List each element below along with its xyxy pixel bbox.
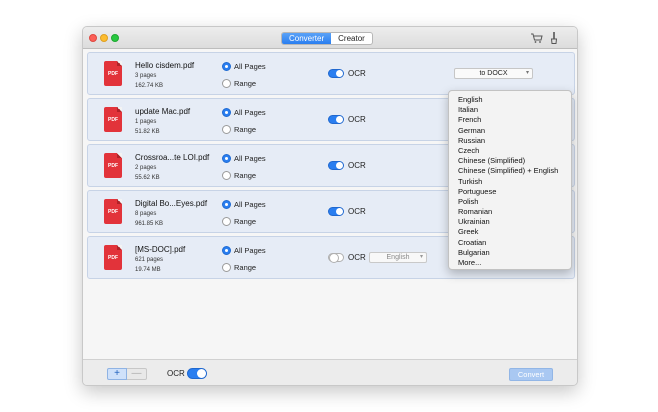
output-format-select[interactable]: to DOCX ▾ [454,68,533,79]
file-name: Crossroa...te LOI.pdf [135,153,210,162]
file-name: Digital Bo...Eyes.pdf [135,199,208,208]
all-pages-label: All Pages [234,154,266,163]
bottom-bar: + — OCR Convert [83,359,577,385]
pdf-file-icon: PDF [104,107,122,132]
all-pages-radio[interactable] [222,62,231,71]
chevron-down-icon: ▾ [525,70,529,76]
range-label: Range [234,217,257,226]
language-option[interactable]: Czech [449,146,571,156]
range-label: Range [234,125,257,134]
language-option[interactable]: Croatian [449,238,571,248]
file-size: 19.74 MB [135,267,161,273]
title-bar: Converter Creator [83,27,577,49]
cart-icon[interactable] [531,33,543,43]
all-pages-label: All Pages [234,246,266,255]
language-option[interactable]: Ukrainian [449,217,571,227]
file-size: 162.74 KB [135,83,164,89]
language-dropdown-menu: English Italian French German Russian Czech Ch… [448,90,572,270]
mode-segmented-control: Converter Creator [281,32,373,45]
range-radio[interactable] [222,263,231,272]
all-pages-label: All Pages [234,200,266,209]
language-option[interactable]: Portuguese [449,187,571,197]
global-ocr-toggle[interactable] [187,368,207,379]
ocr-toggle[interactable] [328,115,344,124]
app-window: Converter Creator PDF Hello cisdem.pdf 3… [82,26,578,386]
file-pages: 1 pages [135,119,157,125]
language-option[interactable]: Italian [449,105,571,115]
range-radio[interactable] [222,171,231,180]
all-pages-radio[interactable] [222,154,231,163]
ocr-label: OCR [348,253,366,262]
language-option[interactable]: Chinese (Simplified) [449,156,571,166]
file-pages: 621 pages [135,257,164,263]
pdf-file-icon: PDF [104,245,122,270]
maximize-window-button[interactable] [111,34,119,42]
language-option[interactable]: French [449,115,571,125]
ocr-toggle[interactable] [328,253,344,263]
range-label: Range [234,79,257,88]
ocr-language-select[interactable]: English ▾ [369,252,427,263]
output-format-value: to DOCX [479,70,508,77]
language-option[interactable]: English [449,95,571,105]
file-name: update Mac.pdf [135,107,191,116]
all-pages-radio[interactable] [222,108,231,117]
pdf-file-icon: PDF [104,199,122,224]
pdf-file-icon: PDF [104,61,122,86]
file-size: 51.82 KB [135,129,160,135]
minimize-window-button[interactable] [100,34,108,42]
ocr-label: OCR [348,207,366,216]
ocr-toggle[interactable] [328,69,344,78]
close-window-button[interactable] [89,34,97,42]
language-option[interactable]: German [449,126,571,136]
language-option[interactable]: More... [449,258,571,268]
file-size: 55.62 KB [135,175,160,181]
global-ocr-label: OCR [167,369,185,378]
brush-icon[interactable] [549,32,559,44]
file-pages: 2 pages [135,165,157,171]
convert-button[interactable]: Convert [509,368,553,381]
all-pages-label: All Pages [234,62,266,71]
range-radio[interactable] [222,125,231,134]
ocr-language-value: English [386,254,410,261]
pdf-file-icon: PDF [104,153,122,178]
language-option[interactable]: Russian [449,136,571,146]
ocr-label: OCR [348,161,366,170]
all-pages-radio[interactable] [222,200,231,209]
tab-converter[interactable]: Converter [282,33,332,44]
language-option[interactable]: Turkish [449,177,571,187]
file-pages: 3 pages [135,73,157,79]
add-file-button[interactable]: + [107,368,127,380]
range-label: Range [234,263,257,272]
language-option[interactable]: Bulgarian [449,248,571,258]
remove-file-button[interactable]: — [127,368,147,380]
ocr-toggle[interactable] [328,161,344,170]
language-option[interactable]: Polish [449,197,571,207]
chevron-down-icon: ▾ [419,254,423,260]
language-option[interactable]: Romanian [449,207,571,217]
file-pages: 8 pages [135,211,157,217]
language-option[interactable]: Chinese (Simplified) + English [449,166,571,176]
range-label: Range [234,171,257,180]
file-size: 961.85 KB [135,221,164,227]
language-option[interactable]: Greek [449,227,571,237]
range-radio[interactable] [222,79,231,88]
file-name: [MS-DOC].pdf [135,245,186,254]
all-pages-radio[interactable] [222,246,231,255]
ocr-toggle[interactable] [328,207,344,216]
file-name: Hello cisdem.pdf [135,61,195,70]
ocr-label: OCR [348,115,366,124]
range-radio[interactable] [222,217,231,226]
tab-creator[interactable]: Creator [331,33,372,44]
file-row[interactable]: PDF Hello cisdem.pdf 3 pages 162.74 KB A… [87,52,575,95]
ocr-label: OCR [348,69,366,78]
all-pages-label: All Pages [234,108,266,117]
